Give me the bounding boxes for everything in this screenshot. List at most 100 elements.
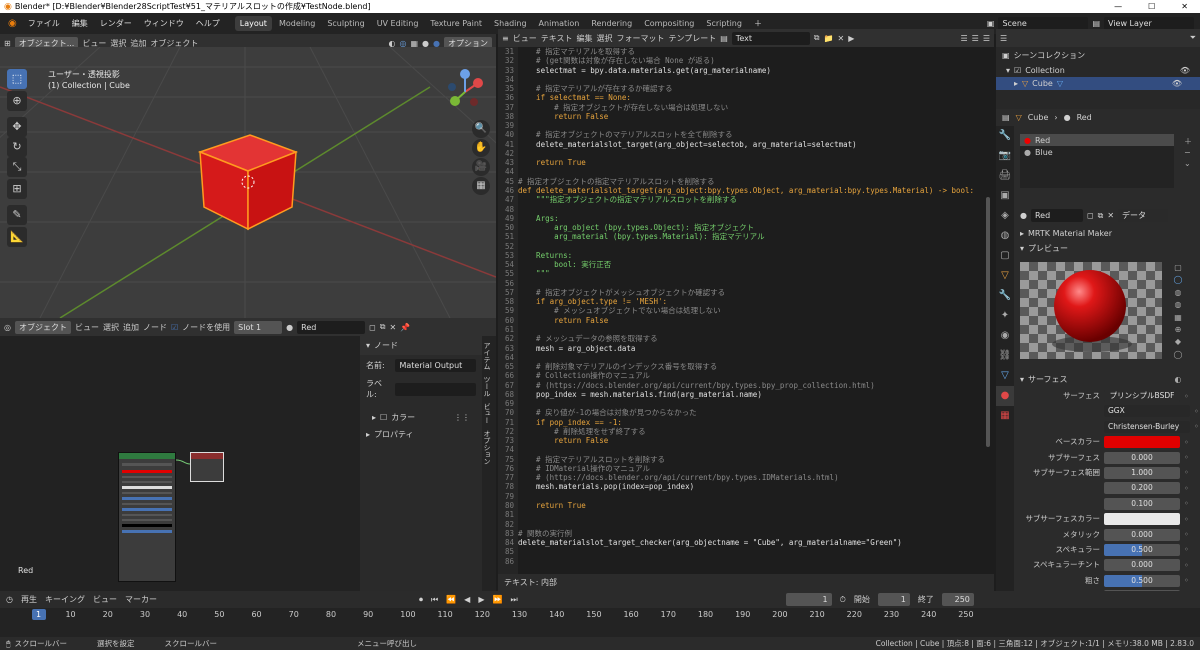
value-field[interactable]: 0.100: [1104, 497, 1180, 510]
code-line[interactable]: if selectmat == None:: [518, 93, 994, 102]
tab-item[interactable]: アイテム: [482, 342, 492, 370]
color-swatch[interactable]: [1104, 513, 1180, 526]
slot-list-controls[interactable]: ＋ − ⌄: [1184, 136, 1192, 169]
keyframe-dot-icon[interactable]: ◦: [1194, 422, 1199, 431]
output-tab-icon[interactable]: 🖨: [996, 166, 1014, 186]
properties-editor-type-icon[interactable]: ▤: [1002, 113, 1010, 122]
modifier-tab-icon[interactable]: 🔧: [996, 286, 1014, 306]
code-line[interactable]: [518, 445, 994, 454]
world-tab-icon[interactable]: ◍: [996, 226, 1014, 246]
code-line[interactable]: [518, 520, 994, 529]
measure-tool-icon[interactable]: 📐: [7, 227, 27, 247]
node-object-selector[interactable]: オブジェクト: [14, 320, 71, 334]
properties-expand-icon[interactable]: ▸: [366, 430, 370, 439]
scene-collection-label[interactable]: シーンコレクション: [1014, 50, 1086, 61]
preview-type-column[interactable]: ▢ ◯ ◍ ◍ ▦ ⊕ ◆ ◯ ◐: [1168, 262, 1188, 386]
outliner-type-icon[interactable]: ☰: [1000, 34, 1007, 43]
code-line[interactable]: [518, 279, 994, 288]
code-line[interactable]: [518, 167, 994, 176]
menu-window[interactable]: ウィンドウ: [139, 15, 189, 32]
tab-layout[interactable]: Layout: [234, 16, 272, 31]
render-tab-icon[interactable]: 📷: [996, 146, 1014, 166]
keyframe-dot-icon[interactable]: ◦: [1184, 438, 1189, 447]
keyframe-dot-icon[interactable]: ◦: [1184, 545, 1189, 554]
node-menu-node[interactable]: ノード: [143, 322, 167, 333]
run-script-icon[interactable]: ▶: [848, 34, 854, 43]
code-line[interactable]: selectmat = bpy.data.materials.get(arg_m…: [518, 66, 994, 75]
text-menu-edit[interactable]: 編集: [576, 33, 592, 44]
node-label-field[interactable]: [395, 382, 476, 396]
unlink-icon[interactable]: ✕: [390, 323, 397, 332]
code-line[interactable]: mesh.materials.pop(index=pop_index): [518, 482, 994, 491]
code-line[interactable]: # IDMaterial操作のマニュアル: [518, 464, 994, 473]
move-tool-icon[interactable]: ✥: [7, 117, 27, 137]
code-line[interactable]: [518, 492, 994, 501]
tab-uv-editing[interactable]: UV Editing: [372, 16, 424, 31]
node-menu-select[interactable]: 選択: [103, 322, 119, 333]
value-field[interactable]: 0.000: [1104, 528, 1180, 541]
node-material-field[interactable]: Red: [297, 320, 366, 334]
transform-tool-icon[interactable]: ⊞: [7, 179, 27, 199]
particles-tab-icon[interactable]: ✦: [996, 306, 1014, 326]
material-tab-icon[interactable]: ●: [996, 386, 1014, 406]
node-name-field[interactable]: Material Output: [395, 359, 476, 372]
code-line[interactable]: # (get関数は対象が存在しない場合 None が返る): [518, 56, 994, 65]
code-line[interactable]: # 指定オブジェクトのマテリアルスロットを全て削除する: [518, 130, 994, 139]
new-text-icon[interactable]: ⧉: [814, 33, 820, 43]
text-menu-text[interactable]: テキスト: [541, 33, 573, 44]
syntax-highlight-toggle-icon[interactable]: ☰: [983, 34, 990, 43]
fake-user-icon[interactable]: ◻: [1087, 211, 1094, 220]
code-line[interactable]: return False: [518, 316, 994, 325]
tab-tool[interactable]: ツール: [482, 376, 492, 397]
cube-visibility-icon[interactable]: 👁: [1172, 79, 1182, 88]
tab-sculpting[interactable]: Sculpting: [322, 16, 369, 31]
pin-icon[interactable]: 📌: [400, 323, 410, 332]
code-line[interactable]: # 指定オブジェクトが存在しない場合は処理しない: [518, 103, 994, 112]
text-menu-format[interactable]: フォーマット: [616, 33, 664, 44]
use-nodes-checkbox[interactable]: ☑: [171, 323, 178, 332]
value-field[interactable]: Christensen-Burley: [1104, 420, 1190, 433]
text-editor-type-icon[interactable]: ≡: [502, 34, 509, 43]
perspective-grid-icon[interactable]: ▦: [472, 177, 490, 195]
code-line[interactable]: def delete_materialslot_target(arg_objec…: [518, 186, 994, 195]
value-field[interactable]: 0.200: [1104, 482, 1180, 495]
preview-panel[interactable]: プレビュー: [1028, 243, 1068, 254]
node-menu-add[interactable]: 追加: [123, 322, 139, 333]
timeline-ruler[interactable]: 1 10 20 30 40 50 60 70 80 90 100 110 120 130 140 150 160…: [0, 591, 1200, 637]
mat-duplicate-icon[interactable]: ⧉: [1098, 211, 1104, 221]
code-line[interactable]: [518, 205, 994, 214]
code-line[interactable]: [518, 557, 994, 566]
duplicate-icon[interactable]: ⧉: [380, 322, 386, 332]
keyframe-dot-icon[interactable]: ◦: [1184, 515, 1189, 524]
code-line[interactable]: return True: [518, 501, 994, 510]
code-line[interactable]: """: [518, 269, 994, 278]
collection-label[interactable]: Collection: [1025, 66, 1065, 75]
code-line[interactable]: [518, 75, 994, 84]
code-line[interactable]: arg_material (bpy.types.Material): 指定マテリ…: [518, 232, 994, 241]
value-field[interactable]: プリンシプルBSDF: [1104, 390, 1180, 402]
keyframe-dot-icon[interactable]: ◦: [1184, 576, 1189, 585]
object-tab-icon[interactable]: ▽: [996, 266, 1014, 286]
menu-file[interactable]: ファイル: [23, 15, 65, 32]
tab-modeling[interactable]: Modeling: [274, 16, 320, 31]
code-line[interactable]: return False: [518, 112, 994, 121]
code-line[interactable]: Args:: [518, 214, 994, 223]
value-field[interactable]: 0.500: [1104, 543, 1180, 556]
code-line[interactable]: # 指定マテリアルを取得する: [518, 47, 994, 56]
close-icon[interactable]: ✕: [1181, 2, 1188, 11]
cursor-tool-icon[interactable]: ⊕: [7, 91, 27, 111]
viewport-3d[interactable]: ユーザー・透視投影 (1) Collection | Cube ⬚ ⊕ ✥ ↻ …: [0, 47, 496, 318]
open-text-icon[interactable]: 📁: [824, 34, 834, 43]
keyframe-dot-icon[interactable]: ◦: [1184, 530, 1189, 539]
word-wrap-toggle-icon[interactable]: ☰: [972, 34, 979, 43]
keyframe-dot-icon[interactable]: ◦: [1184, 561, 1189, 570]
tab-texture-paint[interactable]: Texture Paint: [425, 16, 487, 31]
node-canvas[interactable]: Red: [0, 336, 360, 591]
collection-visibility-icon[interactable]: 👁: [1180, 66, 1190, 75]
value-field[interactable]: 0.500: [1104, 574, 1180, 587]
filter-icon[interactable]: ⏷: [1190, 33, 1196, 43]
keyframe-dot-icon[interactable]: ◦: [1184, 499, 1189, 508]
code-line[interactable]: [518, 242, 994, 251]
blender-menu-icon[interactable]: ◉: [4, 18, 21, 29]
text-file-field[interactable]: Text: [731, 31, 810, 45]
